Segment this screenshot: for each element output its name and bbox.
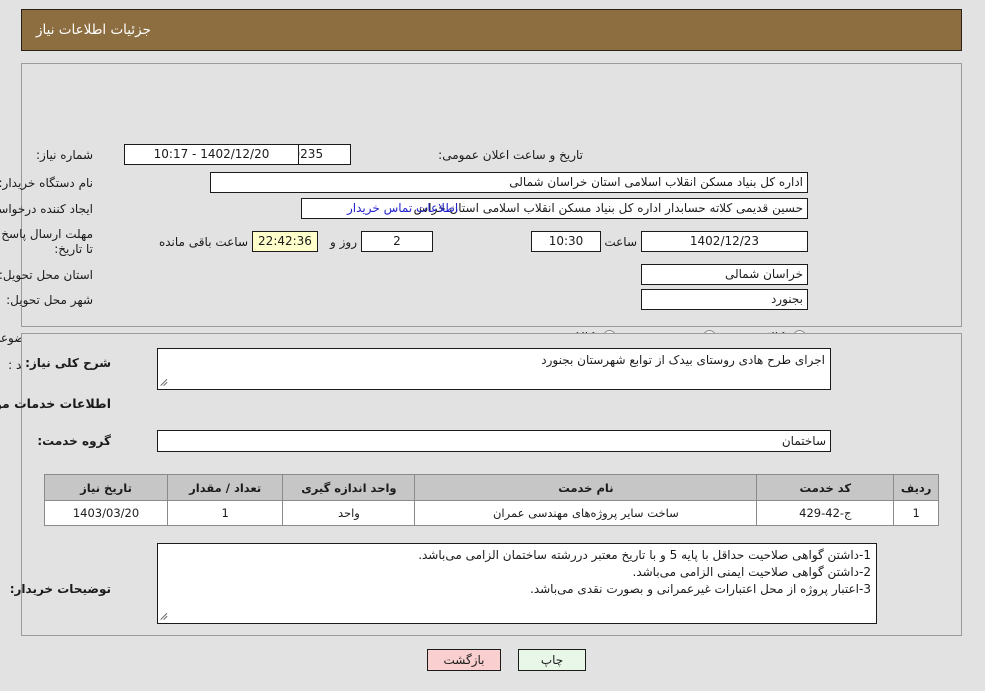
print-button[interactable]: چاپ bbox=[519, 649, 587, 671]
delivery-city-value: بجنورد bbox=[642, 289, 809, 310]
resize-grip-icon[interactable] bbox=[161, 612, 171, 622]
deadline-hour-label: ساعت bbox=[605, 235, 638, 249]
back-button[interactable]: بازگشت bbox=[428, 649, 502, 671]
need-number-label: شماره نیاز: bbox=[37, 148, 94, 162]
buyer-note-line-2: 3-اعتبار پروژه از محل اعتبارات غیرعمرانی… bbox=[531, 582, 872, 596]
delivery-province-label: استان محل تحویل: bbox=[0, 268, 94, 282]
remaining-days-label: روز و bbox=[331, 235, 358, 249]
td-quantity: 1 bbox=[168, 500, 285, 526]
service-group-value: ساختمان bbox=[158, 430, 832, 452]
general-description-label: شرح کلی نیاز: bbox=[26, 356, 112, 370]
delivery-province-value: خراسان شمالی bbox=[642, 264, 809, 285]
buyer-notes-textarea[interactable]: 1-داشتن گواهی صلاحیت حداقل با پایه 5 و ب… bbox=[158, 543, 878, 624]
th-row-no: ردیف bbox=[894, 474, 940, 501]
td-row-no: 1 bbox=[894, 500, 940, 526]
td-unit: واحد bbox=[283, 500, 417, 526]
need-summary-panel: شماره نیاز: 1102005101000235 تاریخ و ساع… bbox=[0, 63, 963, 372]
resize-grip-icon[interactable] bbox=[161, 378, 171, 388]
buyer-notes-label: توضیحات خریدار: bbox=[10, 582, 112, 596]
services-table: ردیف کد خدمت نام خدمت واحد اندازه گیری ت… bbox=[44, 474, 940, 526]
table-header-row: ردیف کد خدمت نام خدمت واحد اندازه گیری ت… bbox=[44, 474, 940, 501]
table-row: 1 ج-42-429 ساخت سایر پروژه‌های مهندسی عم… bbox=[44, 500, 940, 526]
remaining-time-countdown: 22:42:36 bbox=[253, 231, 319, 252]
announce-datetime-label: تاریخ و ساعت اعلان عمومی: bbox=[439, 148, 584, 162]
deadline-hour-value: 10:30 bbox=[532, 231, 602, 252]
page-title: جزئیات اطلاعات نیاز bbox=[37, 22, 152, 38]
general-description-textarea[interactable]: اجرای طرح هادی روستای بیدک از توابع شهرس… bbox=[158, 348, 832, 390]
td-service-name: ساخت سایر پروژه‌های مهندسی عمران bbox=[415, 500, 759, 526]
th-service-name: نام خدمت bbox=[415, 474, 759, 501]
general-description-value: اجرای طرح هادی روستای بیدک از توابع شهرس… bbox=[542, 353, 826, 367]
requester-label: ایجاد کننده درخواست: bbox=[0, 202, 94, 216]
deadline-label: مهلت ارسال پاسخ: تا تاریخ: bbox=[0, 227, 94, 256]
service-group-label: گروه خدمت: bbox=[38, 434, 112, 448]
services-section-heading: اطلاعات خدمات مورد نیاز bbox=[0, 396, 112, 411]
buyer-org-value: اداره کل بنیاد مسکن انقلاب اسلامی استان … bbox=[211, 172, 809, 193]
buyer-note-line-0: 1-داشتن گواهی صلاحیت حداقل با پایه 5 و ب… bbox=[419, 548, 872, 562]
buyer-org-label: نام دستگاه خریدار: bbox=[0, 176, 94, 190]
remaining-time-suffix: ساعت باقی مانده bbox=[159, 235, 249, 249]
th-service-code: کد خدمت bbox=[757, 474, 896, 501]
delivery-city-label: شهر محل تحویل: bbox=[7, 293, 94, 307]
deadline-date-value: 1402/12/23 bbox=[642, 231, 809, 252]
need-details-panel: شرح کلی نیاز: اجرای طرح هادی روستای بیدک… bbox=[0, 333, 963, 636]
td-service-code: ج-42-429 bbox=[757, 500, 896, 526]
announce-datetime-value: 1402/12/20 - 10:17 bbox=[125, 144, 300, 165]
th-quantity: تعداد / مقدار bbox=[168, 474, 285, 501]
td-need-date: 1403/03/20 bbox=[44, 500, 170, 526]
th-need-date: تاریخ نیاز bbox=[44, 474, 170, 501]
remaining-days-value: 2 bbox=[362, 231, 434, 252]
th-unit: واحد اندازه گیری bbox=[283, 474, 417, 501]
buyer-contact-link[interactable]: اطلاعات تماس خریدار bbox=[348, 201, 459, 215]
buyer-note-line-1: 2-داشتن گواهی صلاحیت ایمنی الزامی می‌باش… bbox=[633, 565, 872, 579]
page-header: جزئیات اطلاعات نیاز bbox=[22, 9, 963, 51]
